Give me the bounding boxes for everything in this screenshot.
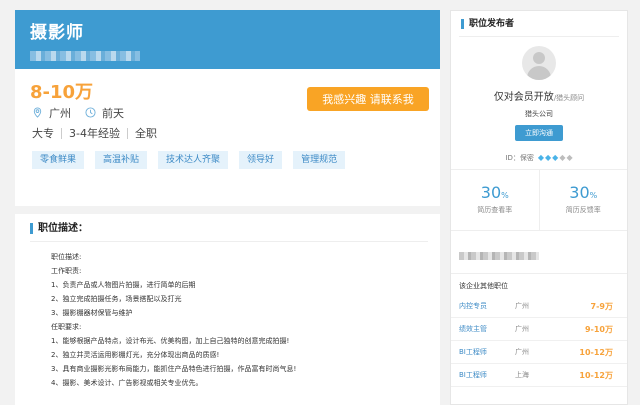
publisher-id: ID：保密 (505, 154, 534, 162)
description-title: 职位描述： (30, 223, 440, 234)
publisher-title: 职位发布者 (461, 19, 627, 29)
salary: 8-10万 (30, 82, 94, 103)
blurred-company-name (30, 51, 140, 61)
other-job-city: 广州 (515, 325, 529, 333)
description-line: 3、具有商业摄影光影布局能力，能抓住产品特色进行拍摄，作品富有时尚气息! (51, 365, 297, 373)
welfare-tag: 高温补贴 (95, 151, 148, 169)
other-job-city: 广州 (515, 302, 529, 310)
member-text: 仅对会员开放 (493, 92, 554, 103)
description-line: 任职要求: (51, 323, 82, 331)
other-job-salary: 9-10万 (584, 324, 613, 334)
other-job-salary: 10-12万 (579, 370, 613, 380)
resume-feedback-rate: 30% 简历反馈率 (538, 170, 628, 230)
description-body: 职位描述: 工作职责: 1、负责产品或人物图片拍摄，进行简单的后期 2、独立完成… (15, 242, 440, 390)
job-detail-panel: 摄影师 8-10万 我感兴趣 请联系我 广州 前天 大专 3-4年经验 全职 零… (15, 10, 440, 405)
other-job-name[interactable]: BI工程师 (459, 347, 515, 357)
diamond-icon: ◆ (545, 153, 552, 162)
other-jobs-list: 内控专员 广州 7-9万 绩效主管 广州 9-10万 BI工程师 广州 10-1… (451, 295, 627, 387)
list-item[interactable]: 内控专员 广州 7-9万 (451, 295, 627, 318)
diamond-icon: ◆ (559, 153, 566, 162)
other-job-name[interactable]: 绩效主管 (459, 324, 515, 334)
separator (126, 127, 128, 139)
description-line: 4、摄影、美术设计、广告影视或相关专业优先。 (51, 379, 203, 387)
diamond-icon: ◆ (552, 153, 559, 162)
location-pin-icon (32, 107, 43, 118)
member-note: /猎头顾问 (553, 94, 585, 102)
stat-label: 简历反馈率 (565, 206, 601, 214)
description-line: 工作职责: (51, 267, 82, 275)
other-job-city: 上海 (515, 371, 529, 379)
job-header: 摄影师 (15, 10, 440, 69)
welfare-tag: 管理规范 (293, 151, 346, 169)
description-line: 1、负责产品或人物图片拍摄，进行简单的后期 (51, 281, 196, 289)
diamond-icon: ◆ (566, 153, 573, 162)
other-job-salary: 10-12万 (579, 347, 613, 357)
clock-icon (85, 107, 96, 118)
other-job-city: 广州 (515, 348, 529, 356)
experience: 3-4年经验 (69, 127, 120, 140)
description-line: 2、独立完成拍摄任务，场景搭配以及打光 (51, 295, 182, 303)
list-item[interactable]: BI工程师 上海 10-12万 (451, 364, 627, 387)
diamond-icon: ◆ (537, 153, 544, 162)
separator (61, 127, 62, 139)
section-divider (15, 206, 440, 214)
job-type: 全职 (134, 127, 157, 140)
job-description: 职位描述： 职位描述: 工作职责: 1、负责产品或人物图片拍摄，进行简单的后期 … (15, 214, 440, 390)
stat-label: 简历查看率 (477, 206, 513, 214)
other-job-name[interactable]: 内控专员 (459, 301, 515, 311)
other-jobs-title: 该企业其他职位 (459, 282, 508, 290)
stat-value: 30 (480, 183, 502, 202)
divider-line (459, 36, 619, 37)
member-only-text: 仅对会员开放/猎头顾问 (451, 88, 627, 103)
description-line: 2、独立并灵活运用影棚灯光，充分体现出商品的质感! (51, 351, 220, 359)
stat-value: 30 (569, 183, 590, 202)
welfare-tag: 技术达人齐聚 (158, 151, 229, 169)
chat-now-button[interactable]: 立即沟通 (515, 125, 563, 141)
publisher-panel: 职位发布者 仅对会员开放/猎头顾问 猎头公司 立即沟通 ID：保密 ◆ ◆ ◆ … (450, 10, 628, 405)
posted-time: 前天 (102, 106, 124, 120)
description-line: 1、能够根据产品特点，设计布光、优美构图，加上自己独特的创意完成拍摄! (51, 337, 290, 345)
stat-unit: % (501, 191, 509, 200)
rating-gems: ◆ ◆ ◆ ◆ ◆ (538, 154, 573, 162)
list-item[interactable]: BI工程师 广州 10-12万 (451, 341, 627, 364)
welfare-tag: 零食鲜果 (32, 151, 85, 169)
divider-line (451, 273, 627, 274)
list-item[interactable]: 绩效主管 广州 9-10万 (451, 318, 627, 341)
divider-line (451, 230, 627, 231)
stat-unit: % (589, 191, 598, 200)
education: 大专 (32, 127, 54, 140)
description-line: 职位描述: (51, 253, 82, 261)
job-requirements: 大专 3-4年经验 全职 (15, 122, 440, 144)
blurred-company-name (459, 252, 539, 260)
avatar (522, 46, 556, 80)
publisher-stats: 30% 简历查看率 30% 简历反馈率 (451, 170, 627, 230)
interest-button[interactable]: 我感兴趣 请联系我 (307, 87, 429, 111)
job-title: 摄影师 (30, 23, 84, 43)
welfare-tags: 零食鲜果 高温补贴 技术达人齐聚 领导好 管理规范 (15, 144, 440, 169)
other-job-salary: 7-9万 (590, 301, 613, 311)
resume-view-rate: 30% 简历查看率 (451, 170, 539, 230)
welfare-tag: 领导好 (239, 151, 283, 169)
other-job-name[interactable]: BI工程师 (459, 370, 515, 380)
job-city: 广州 (49, 106, 71, 120)
publisher-company: 猎头公司 (525, 110, 553, 118)
description-line: 3、摄影棚器材保管与维护 (51, 309, 133, 317)
publisher-id-row: ID：保密 ◆ ◆ ◆ ◆ ◆ (451, 153, 627, 163)
